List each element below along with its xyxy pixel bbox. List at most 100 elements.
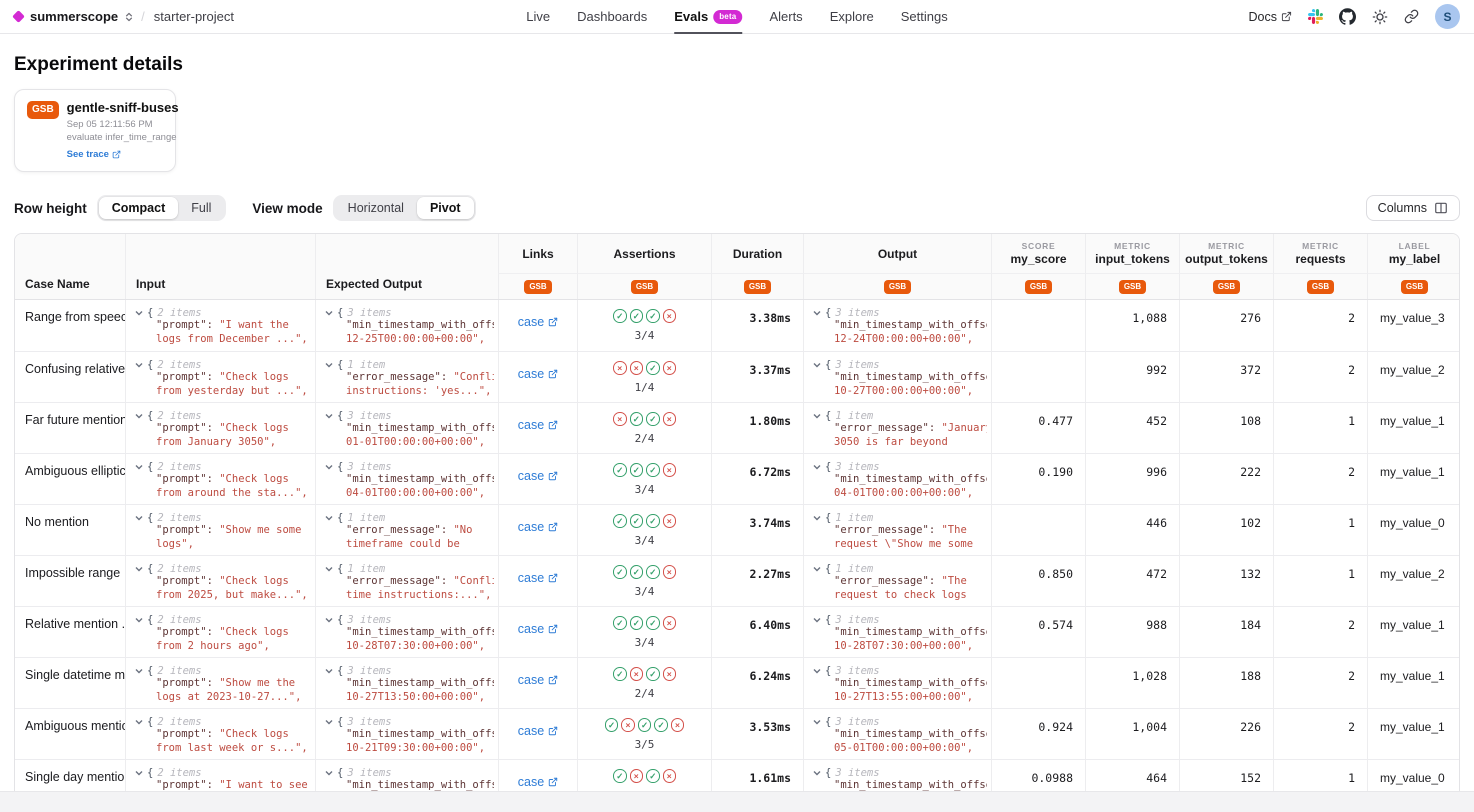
- column-header-my-label[interactable]: LABELmy_label: [1367, 234, 1460, 273]
- expand-toggle-icon[interactable]: [325, 362, 333, 368]
- expand-toggle-icon[interactable]: [135, 617, 143, 623]
- expand-toggle-icon[interactable]: [813, 515, 821, 521]
- column-header-links[interactable]: Links: [498, 234, 577, 273]
- column-header-output-tokens[interactable]: METRICoutput_tokens: [1179, 234, 1273, 273]
- nav-item-evals[interactable]: Evals beta: [674, 0, 742, 34]
- expand-toggle-icon[interactable]: [325, 668, 333, 674]
- nav-item-settings[interactable]: Settings: [901, 0, 948, 34]
- segment-option-compact[interactable]: Compact: [99, 197, 178, 219]
- column-header-input-tokens[interactable]: METRICinput_tokens: [1085, 234, 1179, 273]
- case-link[interactable]: case: [518, 622, 558, 636]
- segment-option-full[interactable]: Full: [178, 197, 224, 219]
- segment-option-horizontal[interactable]: Horizontal: [335, 197, 417, 219]
- case-link[interactable]: case: [518, 367, 558, 381]
- expand-toggle-icon[interactable]: [813, 668, 821, 674]
- case-link[interactable]: case: [518, 724, 558, 738]
- docs-link[interactable]: Docs: [1249, 10, 1292, 24]
- case-name-cell[interactable]: No mention: [15, 505, 125, 555]
- table-row[interactable]: Ambiguous mention {2 items"prompt": "Che…: [15, 708, 1459, 759]
- case-link[interactable]: case: [518, 469, 558, 483]
- expand-toggle-icon[interactable]: [135, 464, 143, 470]
- case-link[interactable]: case: [518, 571, 558, 585]
- expand-toggle-icon[interactable]: [813, 464, 821, 470]
- expand-toggle-icon[interactable]: [135, 668, 143, 674]
- column-header-requests[interactable]: METRICrequests: [1273, 234, 1367, 273]
- expand-toggle-icon[interactable]: [813, 362, 821, 368]
- columns-button[interactable]: Columns: [1366, 195, 1460, 221]
- case-link[interactable]: case: [518, 775, 558, 789]
- experiment-badge[interactable]: GSB: [744, 280, 771, 294]
- table-row[interactable]: No mention {2 items"prompt": "Show me so…: [15, 504, 1459, 555]
- table-row[interactable]: Impossible range {2 items"prompt": "Chec…: [15, 555, 1459, 606]
- workspace-switcher[interactable]: summerscope: [14, 9, 133, 24]
- case-name-cell[interactable]: Relative mention ...: [15, 607, 125, 657]
- expand-toggle-icon[interactable]: [813, 310, 821, 316]
- expand-toggle-icon[interactable]: [813, 770, 821, 776]
- nav-item-dashboards[interactable]: Dashboards: [577, 0, 647, 34]
- experiment-badge[interactable]: GSB: [1307, 280, 1334, 294]
- column-header-my-score[interactable]: SCOREmy_score: [991, 234, 1085, 273]
- table-row[interactable]: Confusing relative... {2 items"prompt": …: [15, 351, 1459, 402]
- table-row[interactable]: Single datetime m... {2 items"prompt": "…: [15, 657, 1459, 708]
- table-row[interactable]: Far future mention {2 items"prompt": "Ch…: [15, 402, 1459, 453]
- expand-toggle-icon[interactable]: [325, 566, 333, 572]
- column-header-assertions[interactable]: Assertions: [577, 234, 711, 273]
- expand-toggle-icon[interactable]: [325, 515, 333, 521]
- case-name-cell[interactable]: Single datetime m...: [15, 658, 125, 708]
- table-row[interactable]: Ambiguous elliptic... {2 items"prompt": …: [15, 453, 1459, 504]
- case-link[interactable]: case: [518, 520, 558, 534]
- table-row[interactable]: Relative mention ... {2 items"prompt": "…: [15, 606, 1459, 657]
- column-header-input[interactable]: Input: [125, 234, 315, 299]
- expand-toggle-icon[interactable]: [325, 719, 333, 725]
- experiment-badge[interactable]: GSB: [1213, 280, 1240, 294]
- case-name-cell[interactable]: Far future mention: [15, 403, 125, 453]
- experiment-badge[interactable]: GSB: [631, 280, 658, 294]
- expand-toggle-icon[interactable]: [813, 617, 821, 623]
- column-header-expected-output[interactable]: Expected Output: [315, 234, 498, 299]
- expand-toggle-icon[interactable]: [135, 362, 143, 368]
- case-link[interactable]: case: [518, 673, 558, 687]
- expand-toggle-icon[interactable]: [813, 566, 821, 572]
- experiment-card[interactable]: GSB gentle-sniff-buses Sep 05 12:11:56 P…: [14, 89, 176, 172]
- expand-toggle-icon[interactable]: [135, 770, 143, 776]
- segment-option-pivot[interactable]: Pivot: [417, 197, 474, 219]
- nav-item-live[interactable]: Live: [526, 0, 550, 34]
- case-link[interactable]: case: [518, 315, 558, 329]
- github-icon[interactable]: [1339, 8, 1356, 25]
- share-link-icon[interactable]: [1404, 9, 1419, 24]
- slack-icon[interactable]: [1308, 9, 1323, 24]
- experiment-badge[interactable]: GSB: [884, 280, 911, 294]
- expand-toggle-icon[interactable]: [135, 515, 143, 521]
- expand-toggle-icon[interactable]: [325, 617, 333, 623]
- expand-toggle-icon[interactable]: [325, 770, 333, 776]
- case-link[interactable]: case: [518, 418, 558, 432]
- expand-toggle-icon[interactable]: [135, 310, 143, 316]
- experiment-badge[interactable]: GSB: [1025, 280, 1052, 294]
- column-header-output[interactable]: Output: [803, 234, 991, 273]
- case-name-cell[interactable]: Ambiguous elliptic...: [15, 454, 125, 504]
- column-header-duration[interactable]: Duration: [711, 234, 803, 273]
- chevron-updown-icon[interactable]: [125, 11, 133, 23]
- project-name[interactable]: starter-project: [154, 9, 234, 24]
- expand-toggle-icon[interactable]: [325, 413, 333, 419]
- expand-toggle-icon[interactable]: [135, 719, 143, 725]
- expand-toggle-icon[interactable]: [325, 464, 333, 470]
- experiment-badge[interactable]: GSB: [524, 280, 551, 294]
- expand-toggle-icon[interactable]: [135, 413, 143, 419]
- theme-toggle-icon[interactable]: [1372, 9, 1388, 25]
- column-header-case-name[interactable]: Case Name: [15, 234, 125, 299]
- experiment-badge[interactable]: GSB: [1119, 280, 1146, 294]
- expand-toggle-icon[interactable]: [135, 566, 143, 572]
- expand-toggle-icon[interactable]: [325, 310, 333, 316]
- case-name-cell[interactable]: Range from speech: [15, 300, 125, 351]
- case-name-cell[interactable]: Confusing relative...: [15, 352, 125, 402]
- table-row[interactable]: Range from speech {2 items"prompt": "I w…: [15, 300, 1459, 351]
- expand-toggle-icon[interactable]: [813, 413, 821, 419]
- user-avatar[interactable]: S: [1435, 4, 1460, 29]
- case-name-cell[interactable]: Impossible range: [15, 556, 125, 606]
- see-trace-link[interactable]: See trace: [67, 149, 121, 160]
- nav-item-alerts[interactable]: Alerts: [769, 0, 802, 34]
- case-name-cell[interactable]: Ambiguous mention: [15, 709, 125, 759]
- experiment-badge[interactable]: GSB: [1401, 280, 1428, 294]
- nav-item-explore[interactable]: Explore: [830, 0, 874, 34]
